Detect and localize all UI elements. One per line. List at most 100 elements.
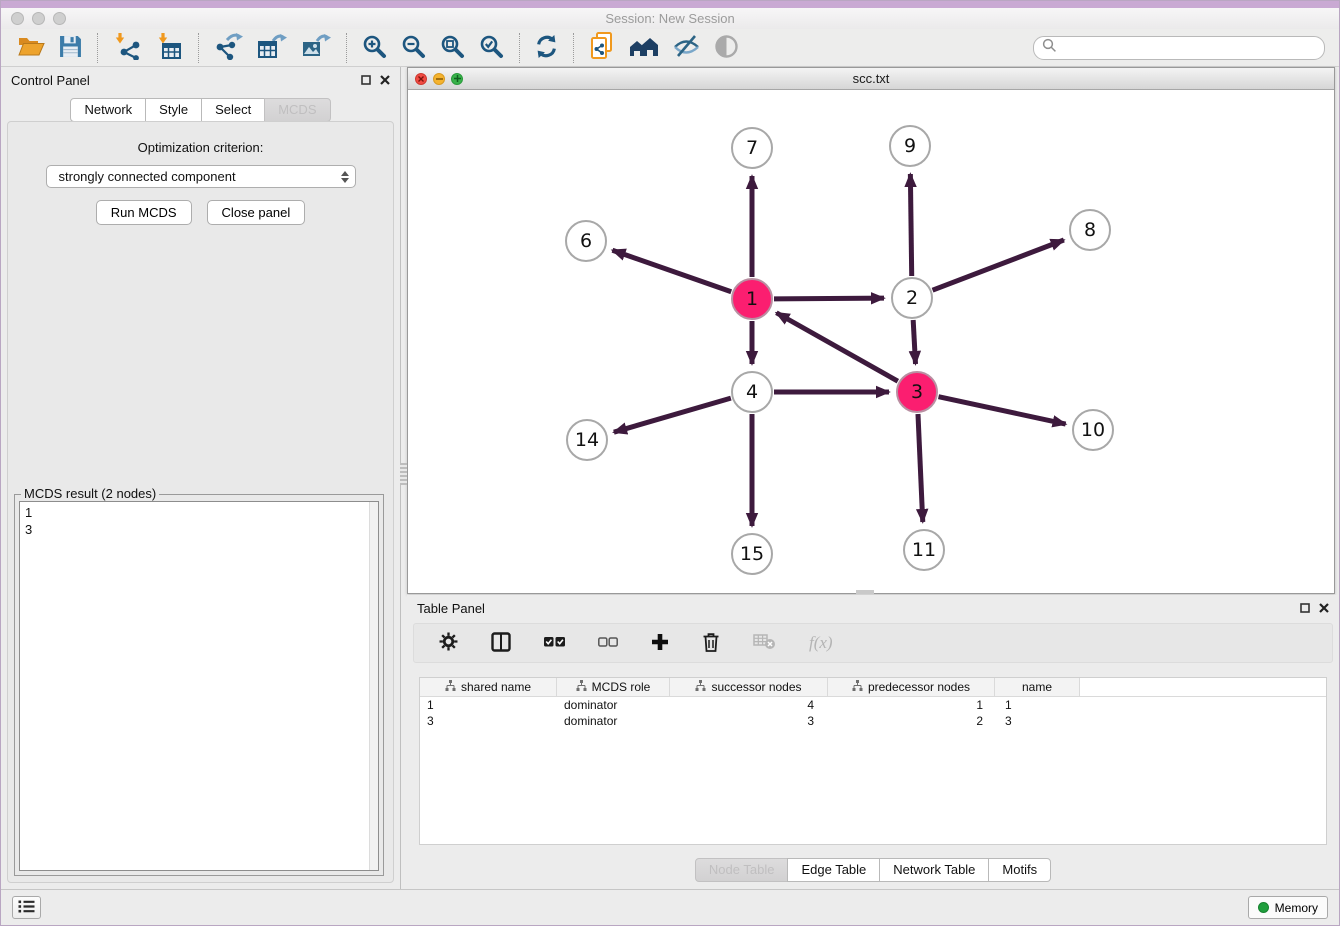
- table-row[interactable]: 1dominator411: [420, 697, 1326, 713]
- save-session-button[interactable]: [52, 33, 89, 63]
- memory-button[interactable]: Memory: [1248, 896, 1328, 919]
- vertical-splitter-grip[interactable]: [400, 463, 407, 485]
- graph-node-3[interactable]: 3: [896, 371, 938, 413]
- graph-node-4[interactable]: 4: [731, 371, 773, 413]
- export-table-icon: [257, 33, 287, 63]
- delete-table-button[interactable]: [746, 631, 783, 655]
- zoom-in-button[interactable]: [355, 32, 394, 64]
- export-network-button[interactable]: [207, 31, 250, 65]
- table-cell[interactable]: dominator: [557, 713, 670, 729]
- delete-column-button[interactable]: [695, 630, 727, 657]
- graph-edge-3-11[interactable]: [918, 414, 923, 522]
- table-cell[interactable]: 1: [995, 697, 1080, 713]
- graph-edge-2-9[interactable]: [910, 174, 911, 276]
- network-window-titlebar[interactable]: scc.txt: [408, 68, 1334, 90]
- open-session-button[interactable]: [11, 33, 52, 63]
- optimization-criterion-select[interactable]: strongly connected component: [46, 165, 356, 188]
- network-close-button[interactable]: [415, 73, 427, 85]
- network-zoom-button[interactable]: [451, 73, 463, 85]
- hide-style-button[interactable]: [666, 32, 707, 64]
- window-minimize-button[interactable]: [32, 12, 45, 25]
- export-image-button[interactable]: [294, 31, 338, 65]
- home-layout-button[interactable]: [623, 33, 666, 62]
- table-cell[interactable]: 3: [670, 713, 828, 729]
- graph-edge-2-3[interactable]: [913, 320, 915, 364]
- graph-node-15[interactable]: 15: [731, 533, 773, 575]
- clone-network-button[interactable]: [582, 30, 623, 65]
- graph-node-14[interactable]: 14: [566, 419, 608, 461]
- search-input[interactable]: [1063, 40, 1316, 55]
- close-table-panel-icon[interactable]: [1319, 603, 1329, 613]
- tab-motifs[interactable]: Motifs: [988, 858, 1051, 882]
- table-cell[interactable]: 3: [995, 713, 1080, 729]
- graph-node-9[interactable]: 9: [889, 125, 931, 167]
- table-cell[interactable]: 2: [828, 713, 995, 729]
- column-header-predecessor-nodes[interactable]: predecessor nodes: [828, 678, 995, 696]
- column-header-name[interactable]: name: [995, 678, 1080, 696]
- import-table-button[interactable]: [148, 31, 190, 65]
- graph-edge-1-6[interactable]: [612, 250, 731, 292]
- control-panel-title: Control Panel: [11, 73, 90, 88]
- graph-edge-4-14[interactable]: [614, 398, 731, 432]
- tab-select[interactable]: Select: [201, 98, 265, 122]
- horizontal-splitter-grip[interactable]: [856, 590, 874, 594]
- table-cell[interactable]: 1: [828, 697, 995, 713]
- table-cell[interactable]: 4: [670, 697, 828, 713]
- tab-network-table[interactable]: Network Table: [879, 858, 989, 882]
- graph-node-8[interactable]: 8: [1069, 209, 1111, 251]
- column-header-shared-name[interactable]: shared name: [420, 678, 557, 696]
- eye-slash-icon: [673, 34, 700, 62]
- float-panel-icon[interactable]: [361, 75, 371, 85]
- refresh-layout-button[interactable]: [528, 33, 565, 63]
- export-table-button[interactable]: [250, 31, 294, 65]
- select-all-columns-button[interactable]: [537, 634, 572, 653]
- graph-node-11[interactable]: 11: [903, 529, 945, 571]
- graph-node-6[interactable]: 6: [565, 220, 607, 262]
- deselect-all-columns-button[interactable]: [591, 634, 625, 653]
- import-network-icon: [113, 33, 141, 63]
- network-canvas[interactable]: 7 9 6 8 1 2 4 3 14 10 15 11: [408, 90, 1334, 593]
- graph-edge-3-1[interactable]: [776, 313, 897, 381]
- close-panel-button[interactable]: Close panel: [207, 200, 306, 225]
- zoom-fit-button[interactable]: [433, 32, 472, 64]
- window-zoom-button[interactable]: [53, 12, 66, 25]
- graph-node-7[interactable]: 7: [731, 127, 773, 169]
- float-table-panel-icon[interactable]: [1300, 603, 1310, 613]
- graph-node-1[interactable]: 1: [731, 278, 773, 320]
- column-view-button[interactable]: [484, 630, 518, 657]
- close-panel-icon[interactable]: [380, 75, 390, 85]
- import-network-button[interactable]: [106, 31, 148, 65]
- mcds-result-text[interactable]: 1 3: [19, 501, 379, 871]
- table-panel-title: Table Panel: [417, 601, 485, 616]
- graph-node-2[interactable]: 2: [891, 277, 933, 319]
- table-header-row: shared nameMCDS role successor nodes prede…: [420, 678, 1326, 697]
- table-cell[interactable]: dominator: [557, 697, 670, 713]
- table-cell[interactable]: 3: [420, 713, 557, 729]
- tab-mcds[interactable]: MCDS: [264, 98, 330, 122]
- table-cell[interactable]: 1: [420, 697, 557, 713]
- network-minimize-button[interactable]: [433, 73, 445, 85]
- table-settings-button[interactable]: [432, 630, 465, 656]
- run-mcds-button[interactable]: Run MCDS: [96, 200, 192, 225]
- show-graphics-button[interactable]: [707, 32, 746, 64]
- function-builder-button[interactable]: f(x): [802, 631, 840, 655]
- graph-node-10[interactable]: 10: [1072, 409, 1114, 451]
- tab-edge-table[interactable]: Edge Table: [787, 858, 880, 882]
- graph-edge-2-8[interactable]: [933, 240, 1064, 290]
- tab-network[interactable]: Network: [70, 98, 146, 122]
- zoom-selected-button[interactable]: [472, 32, 511, 64]
- graph-edge-1-2[interactable]: [774, 298, 884, 299]
- tab-style[interactable]: Style: [145, 98, 202, 122]
- column-label: successor nodes: [711, 680, 801, 694]
- column-header-successor-nodes[interactable]: successor nodes: [670, 678, 828, 696]
- show-task-history-button[interactable]: [12, 896, 41, 919]
- main-toolbar: [1, 29, 1339, 67]
- graph-edge-3-10[interactable]: [939, 397, 1066, 424]
- window-close-button[interactable]: [11, 12, 24, 25]
- create-column-button[interactable]: [644, 631, 676, 656]
- table-row[interactable]: 3dominator323: [420, 713, 1326, 729]
- zoom-out-button[interactable]: [394, 32, 433, 64]
- tab-node-table[interactable]: Node Table: [695, 858, 789, 882]
- column-header-mcds-role[interactable]: MCDS role: [557, 678, 670, 696]
- result-scrollbar[interactable]: [369, 502, 378, 870]
